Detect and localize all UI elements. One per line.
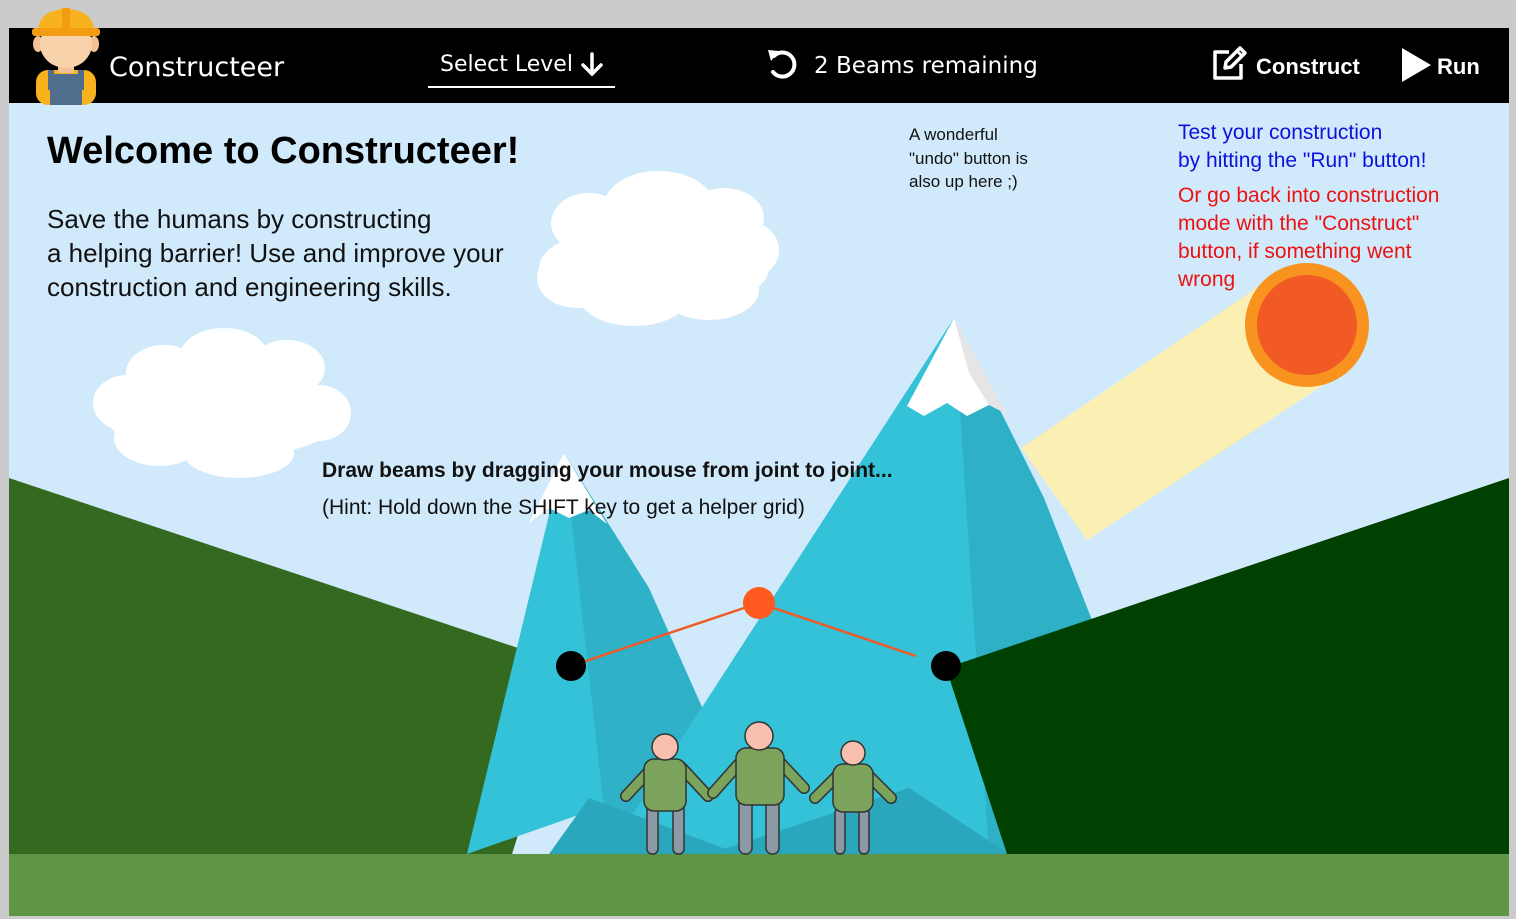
construct-note-line-2: mode with the "Construct" bbox=[1178, 212, 1420, 235]
construct-note-line-1: Or go back into construction bbox=[1178, 184, 1440, 207]
game-frame: Welcome to Constructeer! Save the humans… bbox=[9, 28, 1509, 916]
cloud-small bbox=[93, 328, 351, 478]
construct-note-line-4: wrong bbox=[1178, 268, 1236, 291]
welcome-title: Welcome to Constructeer! bbox=[47, 130, 520, 172]
intro-line-3: construction and engineering skills. bbox=[47, 272, 452, 302]
ground bbox=[9, 854, 1509, 916]
intro-line-2: a helping barrier! Use and improve your bbox=[47, 238, 504, 268]
select-level-dropdown[interactable]: Select Level bbox=[428, 48, 615, 88]
run-label: Run bbox=[1437, 54, 1480, 79]
undo-note-line-3: also up here ;) bbox=[909, 172, 1018, 191]
worker-avatar-icon bbox=[32, 8, 100, 105]
shift-hint: (Hint: Hold down the SHIFT key to get a … bbox=[322, 496, 805, 519]
run-note-line-1: Test your construction bbox=[1178, 121, 1383, 144]
intro-line-1: Save the humans by constructing bbox=[47, 204, 432, 234]
joint-active[interactable] bbox=[743, 587, 775, 619]
undo-note-line-1: A wonderful bbox=[909, 125, 998, 144]
select-level-label: Select Level bbox=[440, 52, 573, 77]
undo-note-line-2: "undo" button is bbox=[909, 149, 1028, 168]
run-note-line-2: by hitting the "Run" button! bbox=[1178, 149, 1427, 172]
construct-button[interactable]: Construct bbox=[1209, 44, 1369, 86]
undo-icon[interactable] bbox=[765, 46, 801, 82]
joint-left[interactable] bbox=[556, 651, 586, 681]
edit-icon bbox=[1213, 46, 1247, 80]
cloud-large bbox=[537, 171, 779, 326]
beams-remaining: 2 Beams remaining bbox=[814, 53, 1038, 79]
construct-label: Construct bbox=[1256, 54, 1360, 79]
joint-right[interactable] bbox=[931, 651, 961, 681]
arrow-down-icon bbox=[581, 52, 603, 76]
run-button[interactable]: Run bbox=[1399, 44, 1499, 86]
app-title: Constructeer bbox=[109, 52, 285, 83]
top-bar: Constructeer Select Level 2 Beams remain… bbox=[9, 28, 1509, 103]
sun bbox=[1245, 263, 1369, 387]
draw-instruction: Draw beams by dragging your mouse from j… bbox=[322, 459, 893, 482]
play-icon bbox=[1402, 48, 1431, 82]
construct-note-line-3: button, if something went bbox=[1178, 240, 1412, 263]
